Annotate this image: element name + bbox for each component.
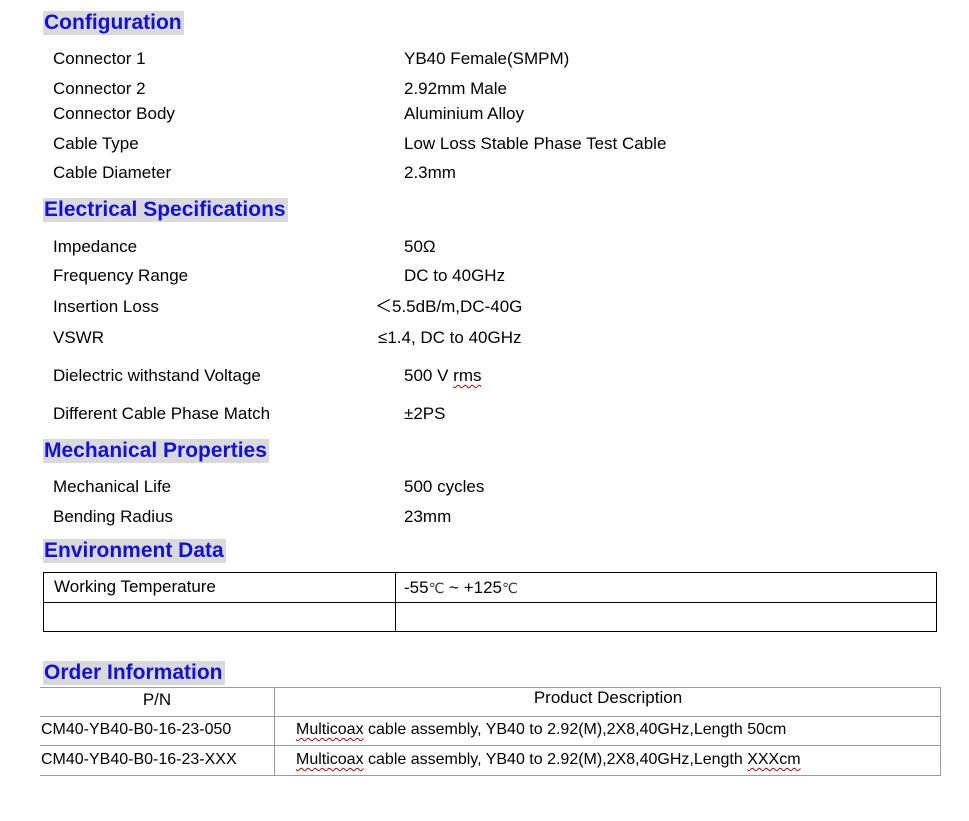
spec-label: Cable Type: [53, 134, 139, 153]
spell-flagged-text: rms: [453, 366, 482, 385]
spec-value: 23mm: [404, 507, 452, 526]
electrical-heading: Electrical Specifications: [43, 198, 288, 222]
spec-value: YB40 Female(SMPM): [404, 49, 570, 68]
order-description: Multicoax cable assembly, YB40 to 2.92(M…: [296, 720, 786, 740]
configuration-heading: Configuration: [43, 11, 184, 35]
column-header-pn: P/N: [142, 690, 172, 709]
spec-value: 500 V rms: [404, 366, 481, 386]
spec-value: Low Loss Stable Phase Test Cable: [404, 134, 667, 153]
spec-value: ＜5.5dB/m,DC-40G: [375, 297, 523, 316]
spec-row-phase-match: Different Cable Phase Match ±2PS: [53, 404, 445, 424]
table-divider: [40, 716, 941, 717]
order-pn: CM40-YB40-B0-16-23-XXX: [41, 751, 237, 768]
description-text: cable assembly, YB40 to 2.92(M),2X8,40GH…: [363, 751, 748, 768]
spell-flagged-text: XXXcm: [747, 751, 801, 768]
spec-label: Impedance: [53, 237, 138, 256]
spec-label: Dielectric withstand Voltage: [53, 366, 261, 385]
env-label: Working Temperature: [54, 577, 216, 596]
spec-label: Connector Body: [53, 104, 175, 123]
spec-row-bending-radius: Bending Radius 23mm: [53, 507, 451, 527]
spec-value: 2.92mm Male: [404, 79, 507, 98]
spec-label: Different Cable Phase Match: [53, 404, 271, 423]
spec-value: 500 cycles: [404, 477, 485, 496]
spec-value: DC to 40GHz: [404, 266, 506, 285]
spec-row-connector-body: Connector Body Aluminium Alloy: [53, 104, 524, 124]
spec-label: VSWR: [53, 328, 104, 347]
spec-label: Connector 1: [53, 49, 146, 68]
temp-max: +125: [463, 578, 502, 597]
spec-row-insertion-loss: Insertion Loss ＜5.5dB/m,DC-40G: [53, 297, 522, 317]
spec-row-vswr: VSWR ≤1.4, DC to 40GHz: [53, 328, 522, 348]
order-heading: Order Information: [43, 661, 225, 685]
spec-value: 2.3mm: [404, 163, 456, 182]
table-divider: [40, 775, 941, 776]
table-divider: [40, 745, 941, 746]
spec-row-connector-2: Connector 2 2.92mm Male: [53, 79, 507, 99]
environment-heading: Environment Data: [43, 539, 226, 563]
spell-flagged-text: Multicoax: [296, 751, 364, 768]
spec-row-mechanical-life: Mechanical Life 500 cycles: [53, 477, 484, 497]
mechanical-heading: Mechanical Properties: [43, 439, 269, 463]
table-divider: [395, 573, 396, 631]
spec-value: 50Ω: [404, 237, 436, 256]
spec-label: Connector 2: [53, 79, 146, 98]
temp-min: -55: [404, 578, 429, 597]
spec-row-frequency-range: Frequency Range DC to 40GHz: [53, 266, 505, 286]
env-value: -55℃ ~ +125℃: [404, 578, 518, 599]
column-header-description: Product Description: [533, 688, 683, 707]
spec-label: Insertion Loss: [53, 297, 159, 316]
spec-value: ±2PS: [404, 404, 446, 423]
spec-label: Cable Diameter: [53, 163, 172, 182]
order-table: P/N Product Description CM40-YB40-B0-16-…: [40, 687, 941, 776]
table-divider: [44, 602, 936, 603]
spec-value: Aluminium Alloy: [404, 104, 524, 123]
spec-label: Bending Radius: [53, 507, 174, 526]
order-pn: CM40-YB40-B0-16-23-050: [41, 721, 232, 738]
spec-label: Frequency Range: [53, 266, 189, 285]
spec-row-impedance: Impedance 50Ω: [53, 237, 436, 257]
celsius-unit: ℃: [428, 581, 445, 597]
spec-row-dielectric-voltage: Dielectric withstand Voltage 500 V rms: [53, 366, 481, 386]
order-description: Multicoax cable assembly, YB40 to 2.92(M…: [296, 750, 801, 770]
spec-row-cable-type: Cable Type Low Loss Stable Phase Test Ca…: [53, 134, 666, 154]
environment-table: Working Temperature -55℃ ~ +125℃: [43, 572, 937, 632]
spec-label: Mechanical Life: [53, 477, 172, 496]
temp-separator: ~: [444, 578, 464, 597]
spec-value: ≤1.4, DC to 40GHz: [378, 328, 522, 347]
spec-value-main: 500 V: [404, 366, 454, 385]
celsius-unit: ℃: [501, 581, 518, 597]
spec-row-cable-diameter: Cable Diameter 2.3mm: [53, 163, 456, 183]
description-text: cable assembly, YB40 to 2.92(M),2X8,40GH…: [363, 721, 787, 738]
spec-row-connector-1: Connector 1 YB40 Female(SMPM): [53, 49, 569, 69]
spell-flagged-text: Multicoax: [296, 721, 364, 738]
